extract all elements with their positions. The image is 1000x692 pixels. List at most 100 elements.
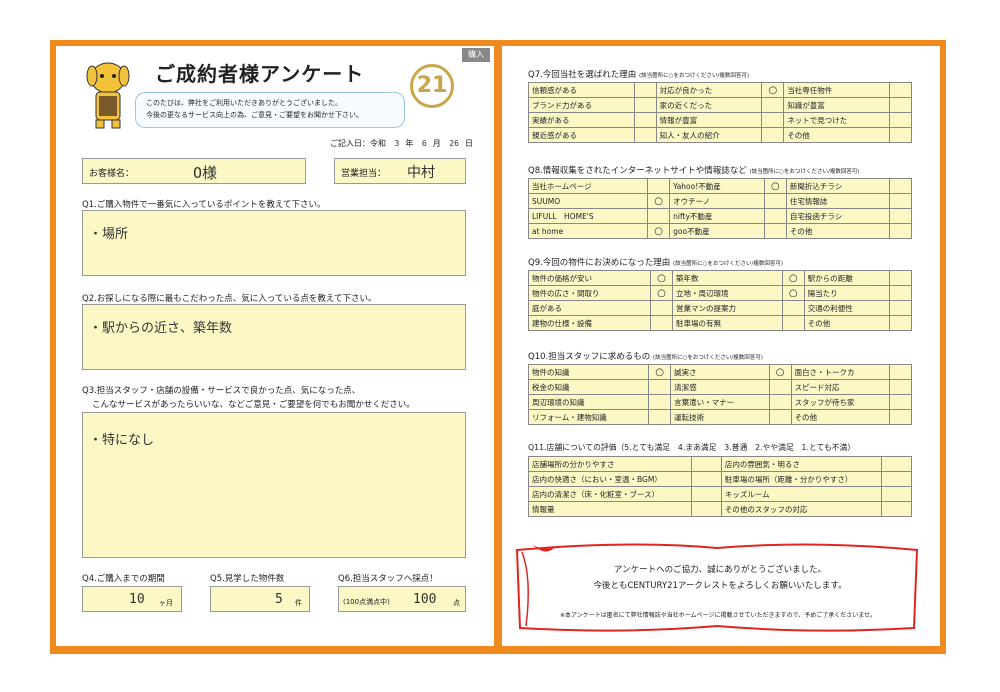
q11-row: 店内の清潔さ（床・化粧室・ブース） キッズルーム <box>528 486 912 502</box>
q7-check-cell[interactable] <box>633 97 657 113</box>
q8-check-cell[interactable] <box>763 193 787 209</box>
q7-label: Q7.今回当社を選ばれた理由 <box>528 70 637 80</box>
staff-field[interactable]: 営業担当： 中村 <box>334 158 466 184</box>
q7-check-cell[interactable] <box>889 97 912 113</box>
intro-line-2: 今後の更なるサービス向上の為、ご意見・ご要望をお聞かせ下さい。 <box>146 111 363 119</box>
q10-check-cell[interactable] <box>889 379 912 395</box>
q10-check-cell[interactable] <box>889 394 912 410</box>
q6-unit: 点 <box>453 599 460 607</box>
q10-option-label: 清潔感 <box>670 379 770 395</box>
q11-option-label: キッズルーム <box>720 486 883 502</box>
q8-check-cell[interactable] <box>647 178 671 194</box>
q11-option-label: その他のスタッフの対応 <box>720 501 883 517</box>
q10-label: Q10.担当スタッフに求めるもの <box>528 352 651 362</box>
q10-check-cell[interactable] <box>648 379 672 395</box>
q10-check-cell[interactable]: ○ <box>768 364 792 380</box>
q5-answer-box[interactable]: 5 件 <box>210 586 310 612</box>
q7-check-cell[interactable] <box>889 127 912 143</box>
q9-option-label: その他 <box>803 315 891 331</box>
q10-row: リフォーム・建物知識 運転技術 その他 <box>527 409 912 425</box>
q10-check-cell[interactable] <box>648 394 672 410</box>
q8-check-cell[interactable] <box>647 208 671 224</box>
q9-check-cell[interactable] <box>889 300 912 316</box>
q10-check-cell[interactable] <box>889 409 912 425</box>
q8-check-cell[interactable] <box>889 223 912 239</box>
q7-check-cell[interactable] <box>633 127 657 143</box>
q9-option-label: 築年数 <box>672 270 783 286</box>
q10-row: 物件の知識 ○ 誠実さ ○ 面白さ・トークカ <box>527 364 912 380</box>
q9-check-cell[interactable] <box>650 300 674 316</box>
dog-mascot-icon <box>86 62 130 129</box>
q9-check-cell[interactable] <box>889 315 912 331</box>
q9-check-cell[interactable] <box>889 285 912 301</box>
customer-name-field[interactable]: お客様名： O様 <box>82 158 306 184</box>
q8-check-cell[interactable]: ○ <box>763 178 787 194</box>
q10-row: 周辺環境の知識 言葉遣い・マナー スタッフが待ち家 <box>527 394 912 410</box>
q8-check-cell[interactable] <box>763 208 787 224</box>
q8-check-cell[interactable]: ○ <box>647 223 671 239</box>
q7-check-cell[interactable] <box>889 112 912 128</box>
q7-row: 親近感がある 知人・友人の紹介 その他 <box>528 127 912 143</box>
q8-row: SUUMO ○ オウチーノ 住宅情報誌 <box>527 193 912 209</box>
q10-option-label: リフォーム・建物知識 <box>527 409 650 425</box>
q11-check-cell[interactable] <box>881 456 912 472</box>
q3-answer-box[interactable]: ・特になし <box>82 412 466 558</box>
q7-check-cell[interactable] <box>633 112 657 128</box>
q9-row: 物件の価格が安い ○ 築年数 ○ 駅からの距離 <box>527 270 912 286</box>
q10-check-cell[interactable] <box>889 364 912 380</box>
q10-check-cell[interactable] <box>768 394 792 410</box>
q9-option-label: 庭がある <box>527 300 652 316</box>
q11-check-cell[interactable] <box>881 471 912 487</box>
q9-check-cell[interactable] <box>889 270 912 286</box>
q11-row: 情報量 その他のスタッフの対応 <box>528 501 912 517</box>
q11-check-cell[interactable] <box>881 501 912 517</box>
q11-check-cell[interactable] <box>690 501 722 517</box>
q8-check-cell[interactable] <box>763 223 787 239</box>
q9-option-label: 駐車場の有無 <box>672 315 783 331</box>
q9-check-cell[interactable] <box>781 300 805 316</box>
q9-check-cell[interactable]: ○ <box>781 270 805 286</box>
q1-answer-box[interactable]: ・場所 <box>82 210 466 276</box>
q9-check-cell[interactable]: ○ <box>650 270 674 286</box>
q7-option-label: 知人・友人の紹介 <box>655 127 763 143</box>
q7-check-cell[interactable] <box>761 127 785 143</box>
q7-row: ブランド力がある 家の近くだった 知識が豊富 <box>528 97 912 113</box>
q10-check-cell[interactable] <box>768 379 792 395</box>
customer-value: O様 <box>193 164 218 182</box>
q7-option-label: ネットで見つけた <box>783 112 890 128</box>
q3-label-2: こんなサービスがあったらいいな、などご意見・ご要望を何でもお聞かせください。 <box>92 400 415 410</box>
century21-logo: 21 <box>410 64 454 108</box>
q4-label: Q4.ご購入までの期間 <box>82 574 165 584</box>
q10-check-cell[interactable] <box>648 409 672 425</box>
q8-check-cell[interactable] <box>889 208 912 224</box>
q8-check-cell[interactable] <box>889 193 912 209</box>
q2-answer: ・駅からの近さ、築年数 <box>89 321 233 336</box>
q11-check-cell[interactable] <box>690 471 722 487</box>
q9-option-label: 駅からの距離 <box>803 270 891 286</box>
q9-check-cell[interactable] <box>781 315 805 331</box>
q8-heading: Q8.情報収集をされたインターネットサイトや情報誌など (該当箇所に○をおつけく… <box>528 164 859 176</box>
q6-label: Q6.担当スタッフへ採点！ <box>338 574 438 584</box>
q7-check-cell[interactable]: ○ <box>761 82 785 98</box>
q8-check-cell[interactable] <box>889 178 912 194</box>
q11-check-cell[interactable] <box>881 486 912 502</box>
intro-bubble: このたびは、弊社をご利用いただきありがとうございました。 今後の更なるサービス向… <box>135 92 405 128</box>
q8-check-cell[interactable]: ○ <box>647 193 671 209</box>
q10-check-cell[interactable]: ○ <box>648 364 672 380</box>
q10-check-cell[interactable] <box>768 409 792 425</box>
q9-check-cell[interactable]: ○ <box>650 285 674 301</box>
q11-row: 店舗場所の分かりやすさ 店内の雰囲気・明るさ <box>528 456 912 472</box>
q9-check-cell[interactable] <box>650 315 674 331</box>
q7-option-label: その他 <box>783 127 890 143</box>
q7-check-cell[interactable] <box>633 82 657 98</box>
q7-check-cell[interactable] <box>889 82 912 98</box>
q11-check-cell[interactable] <box>690 456 722 472</box>
q11-option-label: 駐車場の場所（距離・分かりやすさ） <box>720 471 883 487</box>
q4-answer-box[interactable]: 10 ヶ月 <box>82 586 182 612</box>
q11-check-cell[interactable] <box>690 486 722 502</box>
q7-check-cell[interactable] <box>761 112 785 128</box>
q6-answer-box[interactable]: (100点満点中) 100 点 <box>338 586 466 612</box>
q2-answer-box[interactable]: ・駅からの近さ、築年数 <box>82 304 466 370</box>
q9-check-cell[interactable]: ○ <box>781 285 805 301</box>
q7-check-cell[interactable] <box>761 97 785 113</box>
